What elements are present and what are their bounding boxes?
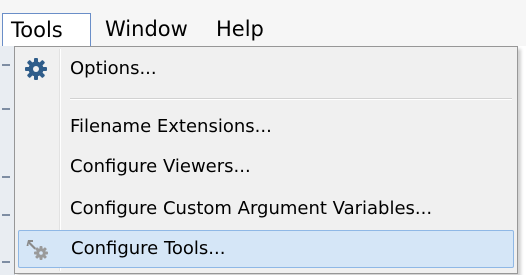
menu-item-configure-custom-argument-variables[interactable]: Configure Custom Argument Variables...	[18, 191, 514, 229]
menu-item-label: Filename Extensions...	[70, 116, 272, 137]
tools-dropdown-menu: Options... Filename Extensions... Config…	[14, 46, 518, 274]
menu-item-label: Configure Tools...	[71, 238, 226, 259]
menu-item-configure-tools[interactable]: Configure Tools...	[18, 230, 514, 268]
background-window-edge	[0, 46, 15, 275]
menu-item-filename-extensions[interactable]: Filename Extensions...	[18, 109, 514, 147]
background-tick	[2, 176, 10, 178]
menu-separator	[70, 98, 512, 100]
tools-icon	[25, 237, 49, 261]
gear-icon	[24, 57, 48, 81]
menu-tools[interactable]: Tools	[2, 13, 91, 46]
screenshot: Tools Window Help Options... Filename Ex…	[0, 0, 526, 275]
background-tick	[2, 214, 10, 216]
menu-help[interactable]: Help	[208, 13, 272, 46]
menu-item-options[interactable]: Options...	[18, 51, 514, 89]
menu-item-label: Options...	[70, 58, 157, 79]
background-tick	[2, 64, 10, 66]
background-tick	[2, 261, 10, 263]
background-tick	[2, 108, 10, 110]
menu-bar: Tools Window Help	[0, 0, 526, 46]
menu-window[interactable]: Window	[97, 13, 196, 46]
menu-item-label: Configure Viewers...	[70, 156, 251, 177]
menu-item-configure-viewers[interactable]: Configure Viewers...	[18, 149, 514, 187]
menu-item-label: Configure Custom Argument Variables...	[70, 198, 433, 219]
